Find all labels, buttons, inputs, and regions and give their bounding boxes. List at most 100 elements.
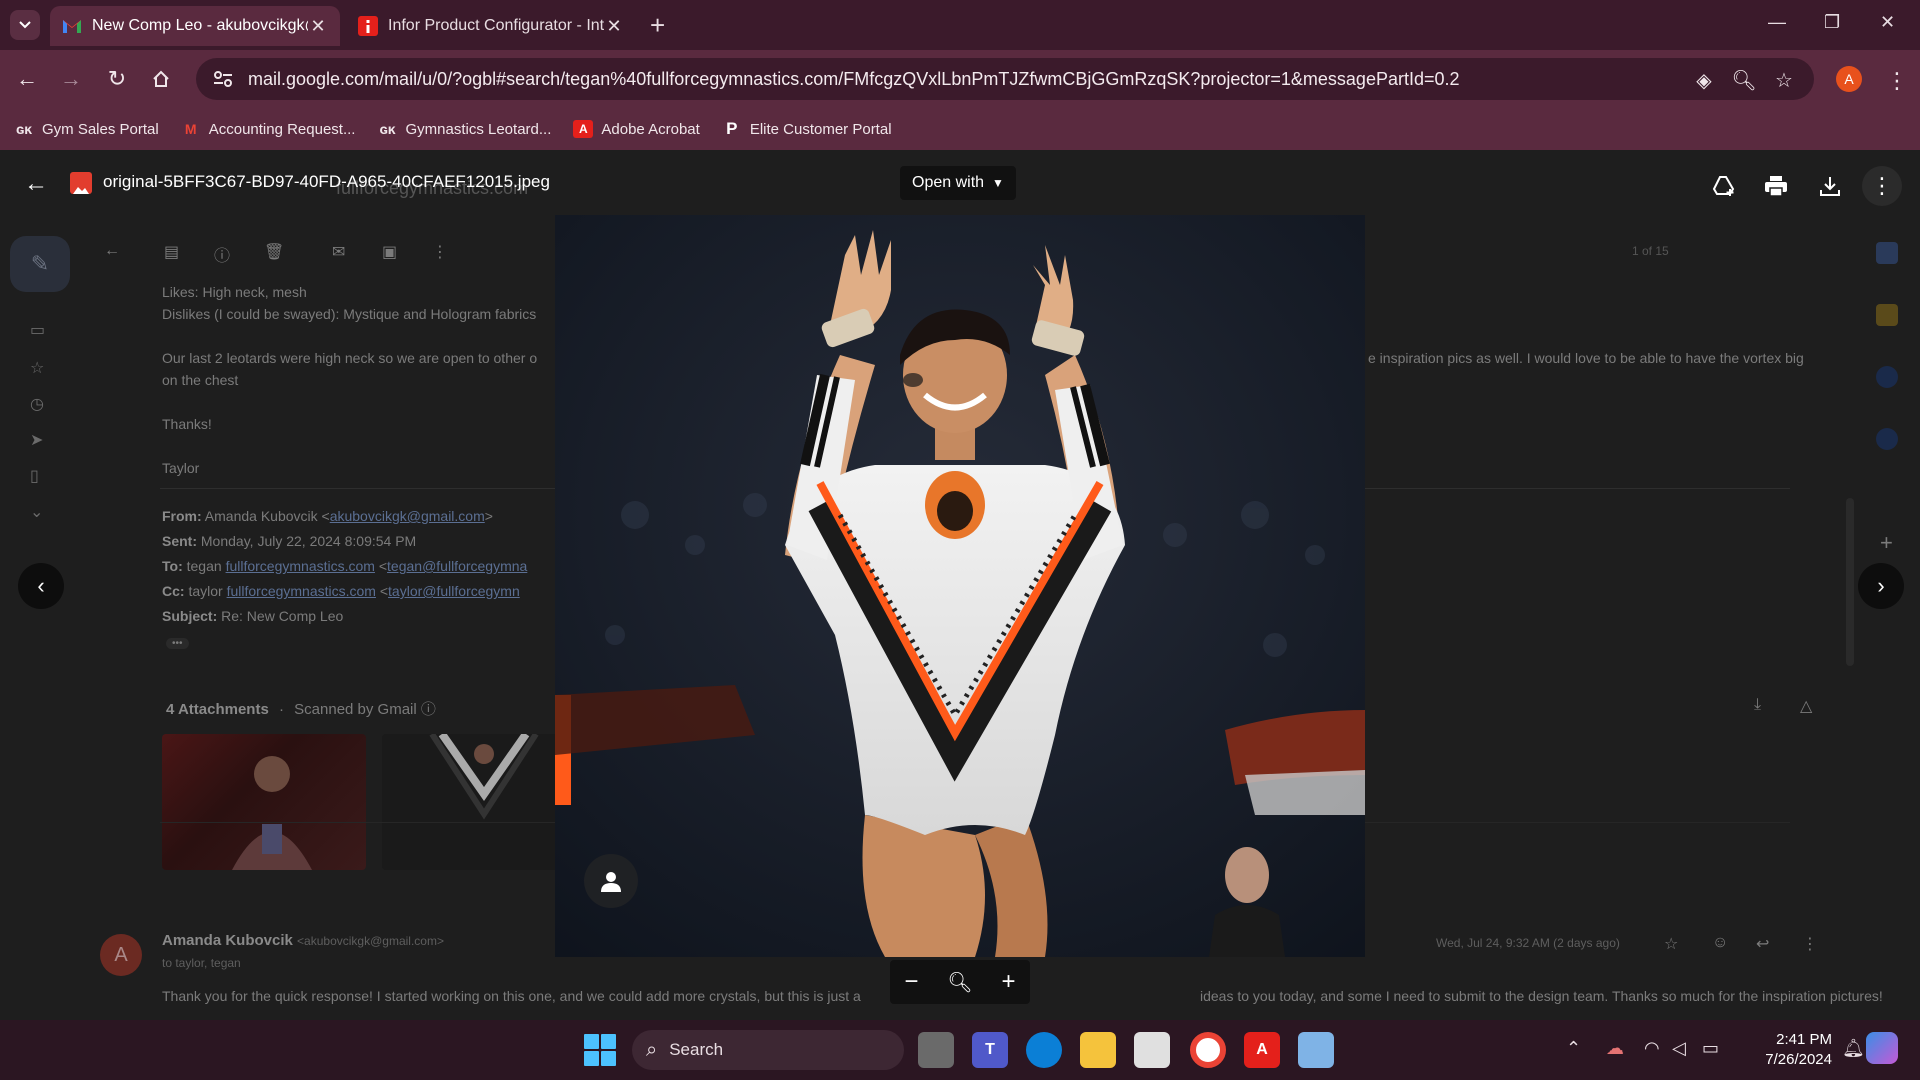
gymnast-photo	[555, 215, 1365, 957]
reply-icon[interactable]: ↩	[1756, 934, 1769, 954]
zoom-icon[interactable]: 🔍︎	[1731, 68, 1756, 92]
to-email-link[interactable]: tegan@fullforcegymna	[387, 558, 527, 574]
taskbar-search[interactable]: ⌕ Search	[632, 1030, 904, 1070]
task-view-icon[interactable]	[918, 1032, 954, 1068]
star-icon[interactable]: ☆	[30, 358, 52, 380]
archive-icon[interactable]: ▤	[164, 242, 179, 262]
open-with-button[interactable]: Open with ▼	[900, 166, 1016, 200]
download-icon[interactable]	[1816, 172, 1844, 200]
next-attachment-button[interactable]: ›	[1858, 563, 1904, 609]
new-tab-button[interactable]: +	[650, 12, 665, 38]
reply-recipients[interactable]: to taylor, tegan	[162, 956, 241, 970]
reply-sender[interactable]: Amanda Kubovcik	[162, 932, 293, 949]
scrollbar[interactable]	[1846, 498, 1854, 666]
tab-infor[interactable]: Infor Product Configurator - Int ✕	[346, 6, 636, 46]
clock-icon[interactable]: ◷	[30, 394, 52, 416]
reload-icon[interactable]: ↻	[102, 64, 132, 94]
bookmark-elite[interactable]: P Elite Customer Portal	[722, 119, 891, 138]
address-bar[interactable]: mail.google.com/mail/u/0/?ogbl#search/te…	[196, 58, 1814, 100]
wifi-icon[interactable]: ◠	[1644, 1038, 1660, 1059]
emoji-icon[interactable]: ☺	[1712, 934, 1728, 952]
viewer-more-icon[interactable]: ⋮	[1862, 166, 1902, 206]
viewer-filename: original-5BFF3C67-BD97-40FD-A965-40CFAEF…	[103, 172, 550, 191]
inbox-icon[interactable]: ▭	[30, 320, 52, 342]
printer-shape	[1765, 176, 1787, 197]
edge-icon[interactable]	[1026, 1032, 1062, 1068]
lens-icon[interactable]: ◈	[1692, 68, 1716, 92]
cc-email-link[interactable]: taylor@fullforcegymn	[388, 583, 520, 599]
tab-gmail[interactable]: New Comp Leo - akubovcikgk@ ✕	[50, 6, 340, 46]
home-icon[interactable]	[146, 64, 176, 94]
store-icon[interactable]	[1134, 1032, 1170, 1068]
zoom-in-icon[interactable]: +	[1002, 968, 1016, 996]
attachment-thumbnail[interactable]	[162, 734, 366, 870]
person-icon-button[interactable]	[584, 854, 638, 908]
cc-link[interactable]: fullforcegymnastics.com	[227, 583, 376, 599]
draft-icon[interactable]: ▯	[30, 466, 52, 488]
acrobat-icon[interactable]: A	[1244, 1032, 1280, 1068]
profile-avatar[interactable]: A	[1836, 66, 1862, 92]
close-viewer-back-icon[interactable]: ←	[24, 170, 48, 198]
tab-title: Infor Product Configurator - Int	[388, 17, 604, 34]
keep-icon[interactable]	[1876, 304, 1898, 326]
bookmark-acrobat[interactable]: A Adobe Acrobat	[573, 120, 700, 138]
home-shape	[153, 70, 169, 87]
zoom-out-icon[interactable]: −	[904, 968, 918, 996]
onedrive-icon[interactable]: ☁	[1606, 1038, 1624, 1059]
pager-text: 1 of 15	[1632, 244, 1669, 258]
star-icon[interactable]: ☆	[1664, 934, 1678, 954]
sender-avatar[interactable]: A	[100, 934, 142, 976]
bookmark-leotards[interactable]: ɢĸ Gymnastics Leotard...	[377, 120, 551, 138]
notification-bell-icon[interactable]: 🔔︎	[1842, 1038, 1865, 1059]
more-icon[interactable]: ⋮	[1802, 934, 1818, 954]
report-icon[interactable]: ⓘ	[214, 242, 230, 266]
info-icon[interactable]: ⓘ	[421, 701, 436, 718]
window-close-icon[interactable]: ✕	[1880, 12, 1895, 33]
add-to-drive-icon[interactable]: △	[1800, 696, 1812, 716]
bookmark-star-icon[interactable]: ☆	[1772, 68, 1796, 92]
calculator-icon[interactable]	[1298, 1032, 1334, 1068]
contacts-icon[interactable]	[1876, 428, 1898, 450]
close-icon[interactable]: ✕	[604, 16, 624, 37]
forward-icon[interactable]: →	[56, 64, 86, 94]
more-icon[interactable]: ⋮	[432, 242, 448, 262]
calendar-icon[interactable]	[1876, 242, 1898, 264]
move-icon[interactable]: ▣	[382, 242, 397, 262]
taskbar-clock[interactable]: 2:41 PM 7/26/2024	[1740, 1030, 1832, 1070]
minimize-icon[interactable]: —	[1768, 12, 1786, 33]
windows-logo-tile	[584, 1034, 599, 1049]
close-icon[interactable]: ✕	[308, 16, 328, 37]
add-app-icon[interactable]: +	[1880, 530, 1893, 556]
chevron-up-icon[interactable]: ⌃	[1566, 1038, 1581, 1059]
tab-search-button[interactable]	[10, 10, 40, 40]
battery-icon[interactable]: ▭	[1702, 1038, 1719, 1059]
print-icon[interactable]	[1762, 172, 1790, 200]
show-trimmed-button[interactable]: •••	[166, 638, 189, 649]
zoom-reset-icon[interactable]: 🔍︎	[947, 970, 972, 995]
mark-unread-icon[interactable]: ✉	[332, 242, 345, 262]
tasks-icon[interactable]	[1876, 366, 1898, 388]
bookmark-gym-sales[interactable]: ɢĸ Gym Sales Portal	[14, 120, 159, 138]
image-file-icon	[70, 172, 92, 194]
to-link[interactable]: fullforcegymnastics.com	[226, 558, 375, 574]
back-icon[interactable]: ←	[104, 242, 120, 260]
from-email-link[interactable]: akubovcikgk@gmail.com	[330, 508, 485, 524]
teams-icon[interactable]: T	[972, 1032, 1008, 1068]
chrome-icon[interactable]	[1190, 1032, 1226, 1068]
back-icon[interactable]: ←	[12, 64, 42, 94]
trash-icon[interactable]: 🗑︎	[264, 242, 284, 262]
add-to-drive-icon[interactable]	[1710, 172, 1738, 200]
chevron-down-icon[interactable]: ⌄	[30, 502, 52, 524]
browser-menu-icon[interactable]: ⋮	[1886, 68, 1908, 94]
compose-button[interactable]: ✎	[10, 236, 70, 292]
volume-icon[interactable]: ◁	[1672, 1038, 1686, 1059]
copilot-icon[interactable]	[1866, 1032, 1898, 1064]
bookmark-accounting[interactable]: M Accounting Request...	[181, 120, 356, 138]
site-settings-icon[interactable]	[212, 68, 234, 90]
restore-icon[interactable]: ❐	[1824, 12, 1840, 33]
start-button[interactable]	[584, 1034, 616, 1066]
file-explorer-icon[interactable]	[1080, 1032, 1116, 1068]
send-icon[interactable]: ➤	[30, 430, 52, 452]
previous-attachment-button[interactable]: ‹	[18, 563, 64, 609]
download-all-icon[interactable]: ⤓	[1754, 696, 1761, 714]
